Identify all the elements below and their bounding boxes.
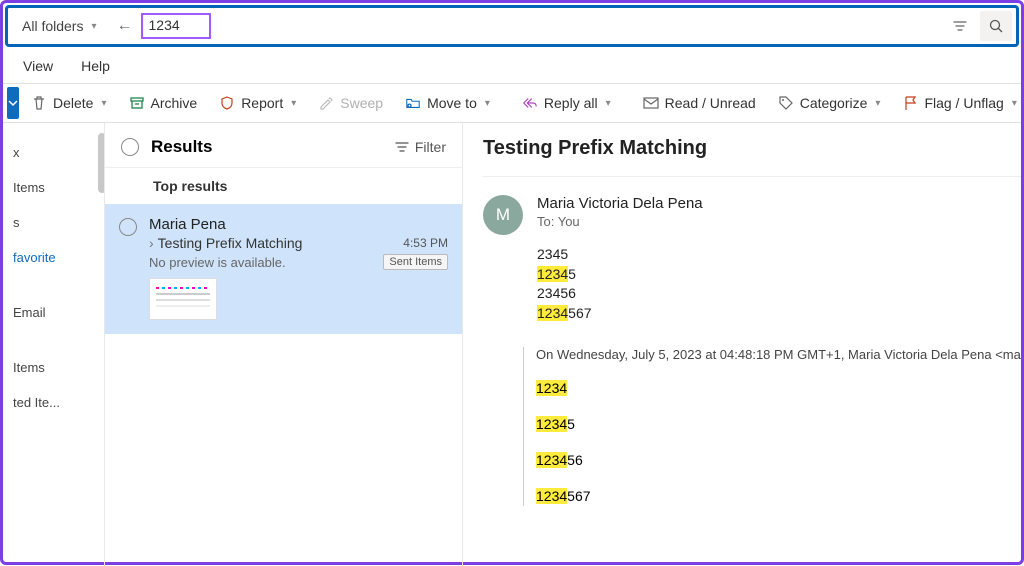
search-filter-icon[interactable]: [944, 11, 976, 41]
chevron-right-icon: ›: [149, 235, 154, 251]
select-all-checkbox[interactable]: [121, 138, 139, 156]
sidebar-item[interactable]: Items: [3, 170, 104, 205]
menu-view[interactable]: View: [23, 58, 53, 74]
chevron-down-icon: ▾: [875, 98, 880, 109]
results-title: Results: [151, 137, 383, 157]
sidebar-item[interactable]: favorite: [3, 240, 104, 275]
filter-icon: [395, 141, 409, 153]
filter-button[interactable]: Filter: [395, 139, 446, 155]
read-unread-button[interactable]: Read / Unread: [633, 84, 766, 122]
reading-pane: Testing Prefix Matching M Maria Victoria…: [463, 123, 1021, 566]
envelope-icon: [643, 95, 659, 111]
sidebar-item[interactable]: [3, 275, 104, 295]
chevron-down-icon: ▾: [1012, 98, 1017, 109]
sidebar-item[interactable]: [3, 330, 104, 350]
delete-button[interactable]: Delete ▾: [21, 84, 117, 122]
toolbar: Delete ▾ Archive Report ▾ Sweep Move to …: [3, 83, 1021, 123]
body-line: 123456: [536, 452, 1021, 470]
move-to-button[interactable]: Move to ▾: [395, 84, 500, 122]
flag-button[interactable]: Flag / Unflag ▾: [892, 84, 1024, 122]
sidebar-scrollbar[interactable]: [98, 133, 105, 193]
search-bar: All folders ▾ ←: [5, 5, 1019, 47]
archive-icon: [129, 95, 145, 111]
result-select-checkbox[interactable]: [119, 218, 137, 236]
result-thumbnail: [149, 278, 217, 320]
main: xItemssfavoriteEmailItemsted Ite... Resu…: [3, 123, 1021, 566]
flag-icon: [902, 95, 918, 111]
archive-label: Archive: [151, 95, 198, 111]
reply-all-icon: [522, 95, 538, 111]
reply-all-button[interactable]: Reply all ▾: [512, 84, 621, 122]
body-line: 2345: [537, 245, 1021, 265]
move-to-label: Move to: [427, 95, 477, 111]
body-line: 23456: [537, 284, 1021, 304]
folder-scope-dropdown[interactable]: All folders ▾: [12, 18, 107, 34]
chevron-down-icon: ▾: [291, 98, 296, 109]
sidebar-item[interactable]: Email: [3, 295, 104, 330]
trash-icon: [31, 95, 47, 111]
message-body: 234512345234561234567: [483, 241, 1021, 323]
report-label: Report: [241, 95, 283, 111]
message-subject: Testing Prefix Matching: [483, 137, 1021, 177]
result-item[interactable]: Maria Pena › Testing Prefix Matching 4:5…: [105, 204, 462, 334]
sweep-icon: [318, 95, 334, 111]
tag-icon: [778, 95, 794, 111]
body-line: 12345: [537, 265, 1021, 285]
filter-label: Filter: [415, 139, 446, 155]
message-header: M Maria Victoria Dela Pena To: You: [483, 177, 1021, 241]
result-subject: › Testing Prefix Matching: [149, 235, 302, 251]
body-line: 12345: [536, 416, 1021, 434]
reply-all-label: Reply all: [544, 95, 598, 111]
flag-label: Flag / Unflag: [924, 95, 1003, 111]
sidebar-item[interactable]: x: [3, 135, 104, 170]
result-preview: No preview is available.: [149, 255, 286, 270]
quote-meta: On Wednesday, July 5, 2023 at 04:48:18 P…: [536, 347, 1021, 362]
sidebar-item[interactable]: Items: [3, 350, 104, 385]
categorize-label: Categorize: [800, 95, 868, 111]
folder-move-icon: [405, 95, 421, 111]
results-pane: Results Filter Top results Maria Pena › …: [105, 123, 463, 566]
body-line: 1234567: [537, 304, 1021, 324]
read-unread-label: Read / Unread: [665, 95, 756, 111]
shield-icon: [219, 95, 235, 111]
sweep-button[interactable]: Sweep: [308, 84, 393, 122]
body-line: 1234567: [536, 488, 1021, 506]
result-sender: Maria Pena: [149, 216, 226, 233]
result-time: 4:53 PM: [403, 236, 448, 250]
report-button[interactable]: Report ▾: [209, 84, 306, 122]
menu-strip: View Help: [3, 49, 1021, 83]
message-to: To: You: [537, 214, 703, 229]
folder-scope-label: All folders: [22, 18, 83, 34]
chevron-down-icon: ▾: [485, 98, 490, 109]
avatar: M: [483, 195, 523, 235]
delete-label: Delete: [53, 95, 93, 111]
search-back-button[interactable]: ←: [107, 17, 143, 35]
search-input-highlight: [141, 13, 211, 39]
menu-help[interactable]: Help: [81, 58, 110, 74]
toolbar-context-dropdown[interactable]: [7, 87, 19, 119]
results-header: Results Filter: [105, 123, 462, 167]
result-folder-tag: Sent Items: [383, 254, 448, 270]
sidebar-item[interactable]: ted Ite...: [3, 385, 104, 420]
search-input[interactable]: [149, 17, 199, 33]
search-submit-icon[interactable]: [980, 11, 1012, 41]
sweep-label: Sweep: [340, 95, 383, 111]
folder-sidebar: xItemssfavoriteEmailItemsted Ite...: [3, 123, 105, 566]
archive-button[interactable]: Archive: [119, 84, 208, 122]
categorize-button[interactable]: Categorize ▾: [768, 84, 891, 122]
sidebar-item[interactable]: s: [3, 205, 104, 240]
chevron-down-icon: ▾: [606, 98, 611, 109]
results-section-label: Top results: [105, 167, 462, 204]
chevron-down-icon: ▾: [91, 21, 96, 32]
body-line: 1234: [536, 380, 1021, 398]
chevron-down-icon: ▾: [101, 98, 106, 109]
message-from: Maria Victoria Dela Pena: [537, 195, 703, 212]
quoted-message: On Wednesday, July 5, 2023 at 04:48:18 P…: [523, 347, 1021, 506]
